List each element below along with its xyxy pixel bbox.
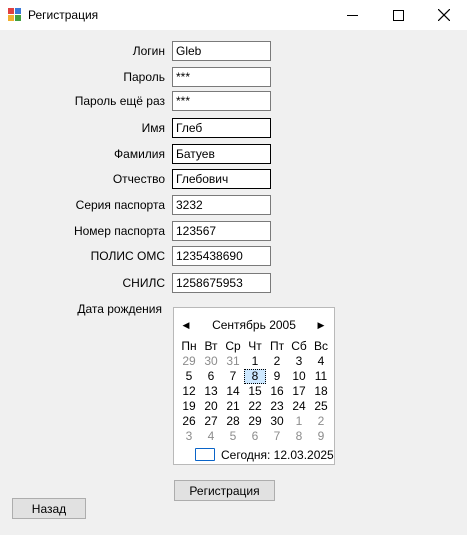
calendar-day[interactable]: 15 [244, 384, 266, 399]
login-label: Логин [132, 44, 165, 58]
calendar-day-selected[interactable]: 8 [244, 369, 266, 384]
prev-month-icon[interactable]: ◀ [179, 318, 193, 332]
close-button[interactable] [421, 0, 467, 30]
maximize-button[interactable] [375, 0, 421, 30]
calendar-day[interactable]: 3 [288, 354, 310, 369]
calendar-day[interactable]: 6 [244, 429, 266, 444]
today-marker-icon [195, 448, 215, 461]
birth-date-label: Дата рождения [77, 302, 162, 316]
calendar-day[interactable]: 7 [266, 429, 288, 444]
calendar-day[interactable]: 8 [288, 429, 310, 444]
calendar-day[interactable]: 5 [178, 369, 200, 384]
passport-number-input[interactable] [172, 221, 271, 241]
weekday-header: Вс [313, 339, 328, 353]
passport-series-input[interactable] [172, 195, 271, 215]
calendar-header: Сентябрь 2005 ◀ ▶ [174, 318, 334, 334]
register-button[interactable]: Регистрация [174, 480, 275, 501]
calendar-day[interactable]: 29 [244, 414, 266, 429]
password-repeat-input[interactable] [172, 91, 271, 111]
calendar-day[interactable]: 2 [266, 354, 288, 369]
minimize-button[interactable] [329, 0, 375, 30]
calendar-day[interactable]: 18 [310, 384, 332, 399]
today-label: Сегодня: 12.03.2025 [221, 447, 334, 462]
password-repeat-label: Пароль ещё раз [74, 94, 165, 108]
calendar-month-title[interactable]: Сентябрь 2005 [174, 318, 334, 332]
minimize-icon [346, 14, 358, 16]
patronymic-label: Отчество [112, 172, 165, 186]
calendar-day[interactable]: 24 [288, 399, 310, 414]
calendar-day[interactable]: 13 [200, 384, 222, 399]
weekday-header: Пт [269, 339, 285, 353]
weekday-header: Пн [181, 339, 197, 353]
weekday-header: Ср [225, 339, 241, 353]
calendar-day[interactable]: 17 [288, 384, 310, 399]
close-icon [438, 9, 450, 21]
passport-series-label: Серия паспорта [75, 198, 165, 212]
calendar-day[interactable]: 19 [178, 399, 200, 414]
snils-label: СНИЛС [122, 276, 166, 290]
calendar-day[interactable]: 4 [310, 354, 332, 369]
back-button[interactable]: Назад [12, 498, 86, 519]
last-name-label: Фамилия [114, 147, 165, 161]
first-name-input[interactable] [172, 118, 271, 138]
window-title: Регистрация [28, 8, 99, 22]
calendar-day[interactable]: 29 [178, 354, 200, 369]
calendar-day[interactable]: 20 [200, 399, 222, 414]
calendar-day[interactable]: 31 [222, 354, 244, 369]
calendar-day[interactable]: 10 [288, 369, 310, 384]
calendar-day[interactable]: 7 [222, 369, 244, 384]
first-name-label: Имя [141, 121, 165, 135]
snils-input[interactable] [172, 273, 271, 293]
patronymic-input[interactable] [172, 169, 271, 189]
calendar-day[interactable]: 5 [222, 429, 244, 444]
password-label: Пароль [123, 70, 165, 84]
calendar-day[interactable]: 25 [310, 399, 332, 414]
password-input[interactable] [172, 67, 271, 87]
calendar-day[interactable]: 27 [200, 414, 222, 429]
weekday-header: Сб [291, 339, 307, 353]
calendar-grid: Пн Вт Ср Чт Пт Сб Вс 29 30 31 1 2 3 4 5 6 7 8 9 10 11 12 13 14 1… [178, 339, 332, 444]
calendar-day[interactable]: 30 [266, 414, 288, 429]
calendar-day[interactable]: 11 [310, 369, 332, 384]
calendar-day[interactable]: 16 [266, 384, 288, 399]
login-input[interactable] [172, 41, 271, 61]
title-bar[interactable]: Регистрация [0, 0, 467, 30]
calendar-day[interactable]: 9 [266, 369, 288, 384]
calendar-day[interactable]: 3 [178, 429, 200, 444]
passport-number-label: Номер паспорта [73, 224, 165, 238]
next-month-icon[interactable]: ▶ [314, 318, 328, 332]
calendar-day[interactable]: 23 [266, 399, 288, 414]
calendar-day[interactable]: 6 [200, 369, 222, 384]
calendar-day[interactable]: 12 [178, 384, 200, 399]
calendar-day[interactable]: 9 [310, 429, 332, 444]
maximize-icon [392, 9, 404, 21]
calendar-day[interactable]: 4 [200, 429, 222, 444]
calendar-day[interactable]: 26 [178, 414, 200, 429]
calendar-day[interactable]: 14 [222, 384, 244, 399]
weekday-header: Чт [248, 339, 262, 353]
birth-date-calendar[interactable]: Сентябрь 2005 ◀ ▶ Пн Вт Ср Чт Пт Сб Вс 29 30 31 1 2… [173, 307, 335, 465]
calendar-day[interactable]: 28 [222, 414, 244, 429]
app-icon [8, 8, 22, 22]
calendar-day[interactable]: 22 [244, 399, 266, 414]
last-name-input[interactable] [172, 144, 271, 164]
calendar-day[interactable]: 2 [310, 414, 332, 429]
calendar-day[interactable]: 21 [222, 399, 244, 414]
calendar-day[interactable]: 1 [244, 354, 266, 369]
oms-label: ПОЛИС ОМС [90, 249, 165, 263]
calendar-today[interactable]: Сегодня: 12.03.2025 [195, 447, 334, 462]
calendar-day[interactable]: 30 [200, 354, 222, 369]
oms-input[interactable] [172, 246, 271, 266]
weekday-header: Вт [204, 339, 218, 353]
calendar-day[interactable]: 1 [288, 414, 310, 429]
